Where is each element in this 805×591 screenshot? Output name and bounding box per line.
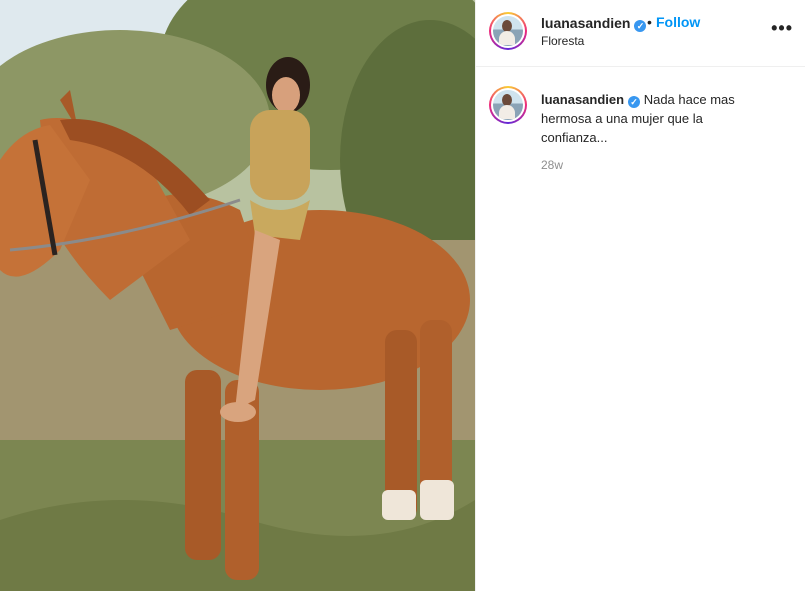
verified-badge-icon: ✓ <box>628 96 641 108</box>
author-avatar[interactable] <box>489 12 527 50</box>
verified-badge-icon: ✓ <box>634 20 647 32</box>
caption-username[interactable]: luanasandien <box>541 92 624 107</box>
caption-avatar[interactable] <box>489 86 527 124</box>
post-sidebar: luanasandien ✓ • Follow Floresta ••• luan… <box>475 0 805 591</box>
more-options-icon[interactable]: ••• <box>771 18 793 39</box>
avatar-ring <box>491 88 525 122</box>
author-username[interactable]: luanasandien ✓ <box>541 15 647 32</box>
avatar-image <box>493 90 523 120</box>
author-username-text[interactable]: luanasandien <box>541 15 630 31</box>
follow-button[interactable]: Follow <box>656 14 700 30</box>
separator-dot: • <box>647 14 652 30</box>
post-location[interactable]: Floresta <box>541 34 584 48</box>
avatar-ring <box>491 14 525 48</box>
avatar-image <box>493 16 523 46</box>
post-header: luanasandien ✓ • Follow Floresta ••• <box>476 0 805 67</box>
post-caption: luanasandien ✓ Nada hace mas hermosa a un… <box>541 90 771 147</box>
post-photo-illustration <box>0 0 475 591</box>
post-timestamp[interactable]: 28w <box>541 158 563 172</box>
post-photo[interactable] <box>0 0 475 591</box>
